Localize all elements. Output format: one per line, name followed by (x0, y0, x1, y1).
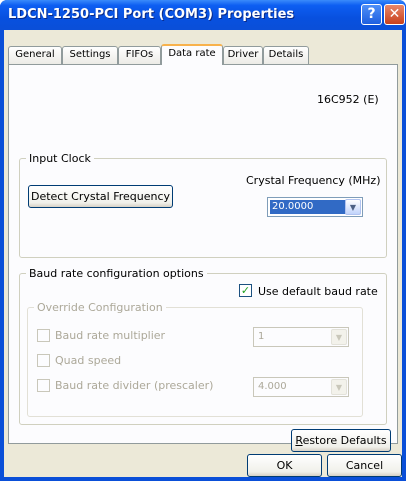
properties-window: LDCN-1250-PCI Port (COM3) Properties ? ✕… (0, 0, 406, 481)
tab-general[interactable]: General (8, 46, 62, 64)
chevron-down-icon[interactable]: ▼ (331, 379, 347, 395)
override-configuration-group: Override Configuration Baud rate multipl… (27, 301, 363, 417)
chevron-down-icon[interactable]: ▼ (331, 329, 347, 345)
baud-rate-divider-checkbox[interactable] (37, 379, 50, 392)
help-button[interactable]: ? (361, 4, 382, 25)
chevron-down-icon[interactable]: ▼ (345, 199, 361, 215)
restore-defaults-button[interactable]: Restore Defaults (291, 429, 391, 452)
baud-rate-multiplier-checkbox[interactable] (37, 329, 50, 342)
close-button[interactable]: ✕ (384, 4, 405, 25)
input-clock-legend: Input Clock (26, 152, 94, 165)
tab-driver[interactable]: Driver (223, 46, 263, 64)
restore-defaults-mnemonic: R (295, 434, 303, 447)
baud-rate-multiplier-label: Baud rate multiplier (55, 329, 166, 342)
tab-details[interactable]: Details (263, 46, 309, 64)
tab-settings[interactable]: Settings (62, 46, 118, 64)
ok-button[interactable]: OK (247, 454, 322, 477)
baud-rate-divider-label: Baud rate divider (prescaler) (55, 379, 214, 392)
crystal-frequency-select[interactable]: 20.0000 ▼ (267, 197, 363, 217)
baud-rate-divider-value: 4.000 (258, 381, 287, 392)
baud-rate-legend: Baud rate configuration options (26, 267, 207, 280)
baud-rate-group: Baud rate configuration options ✓ Use de… (19, 267, 387, 425)
use-default-baud-label: Use default baud rate (258, 285, 378, 298)
baud-rate-multiplier-select[interactable]: 1 ▼ (253, 327, 349, 347)
tab-fifos[interactable]: FIFOs (118, 46, 161, 64)
crystal-frequency-label: Crystal Frequency (MHz) (246, 174, 381, 187)
detect-crystal-frequency-button[interactable]: Detect Crystal Frequency (28, 185, 173, 208)
cancel-button[interactable]: Cancel (327, 454, 402, 477)
baud-rate-multiplier-value: 1 (258, 331, 265, 342)
restore-defaults-label: estore Defaults (302, 434, 387, 447)
input-clock-group: Input Clock Crystal Frequency (MHz) Dete… (19, 152, 387, 258)
chip-type-label: 16C952 (E) (317, 93, 379, 106)
quad-speed-checkbox[interactable] (37, 354, 50, 367)
quad-speed-label: Quad speed (55, 354, 122, 367)
override-configuration-legend: Override Configuration (34, 301, 166, 314)
use-default-baud-checkbox[interactable]: ✓ (239, 284, 252, 297)
baud-rate-divider-select[interactable]: 4.000 ▼ (253, 377, 349, 397)
data-rate-panel: 16C952 (E) Input Clock Crystal Frequency… (8, 64, 398, 452)
crystal-frequency-value: 20.0000 (270, 200, 346, 214)
tab-data-rate[interactable]: Data rate (161, 44, 223, 65)
dialog-client-area: General Settings FIFOs Data rate Driver … (4, 30, 402, 477)
window-title: LDCN-1250-PCI Port (COM3) Properties (8, 7, 295, 22)
title-bar[interactable]: LDCN-1250-PCI Port (COM3) Properties ? ✕ (0, 0, 406, 30)
